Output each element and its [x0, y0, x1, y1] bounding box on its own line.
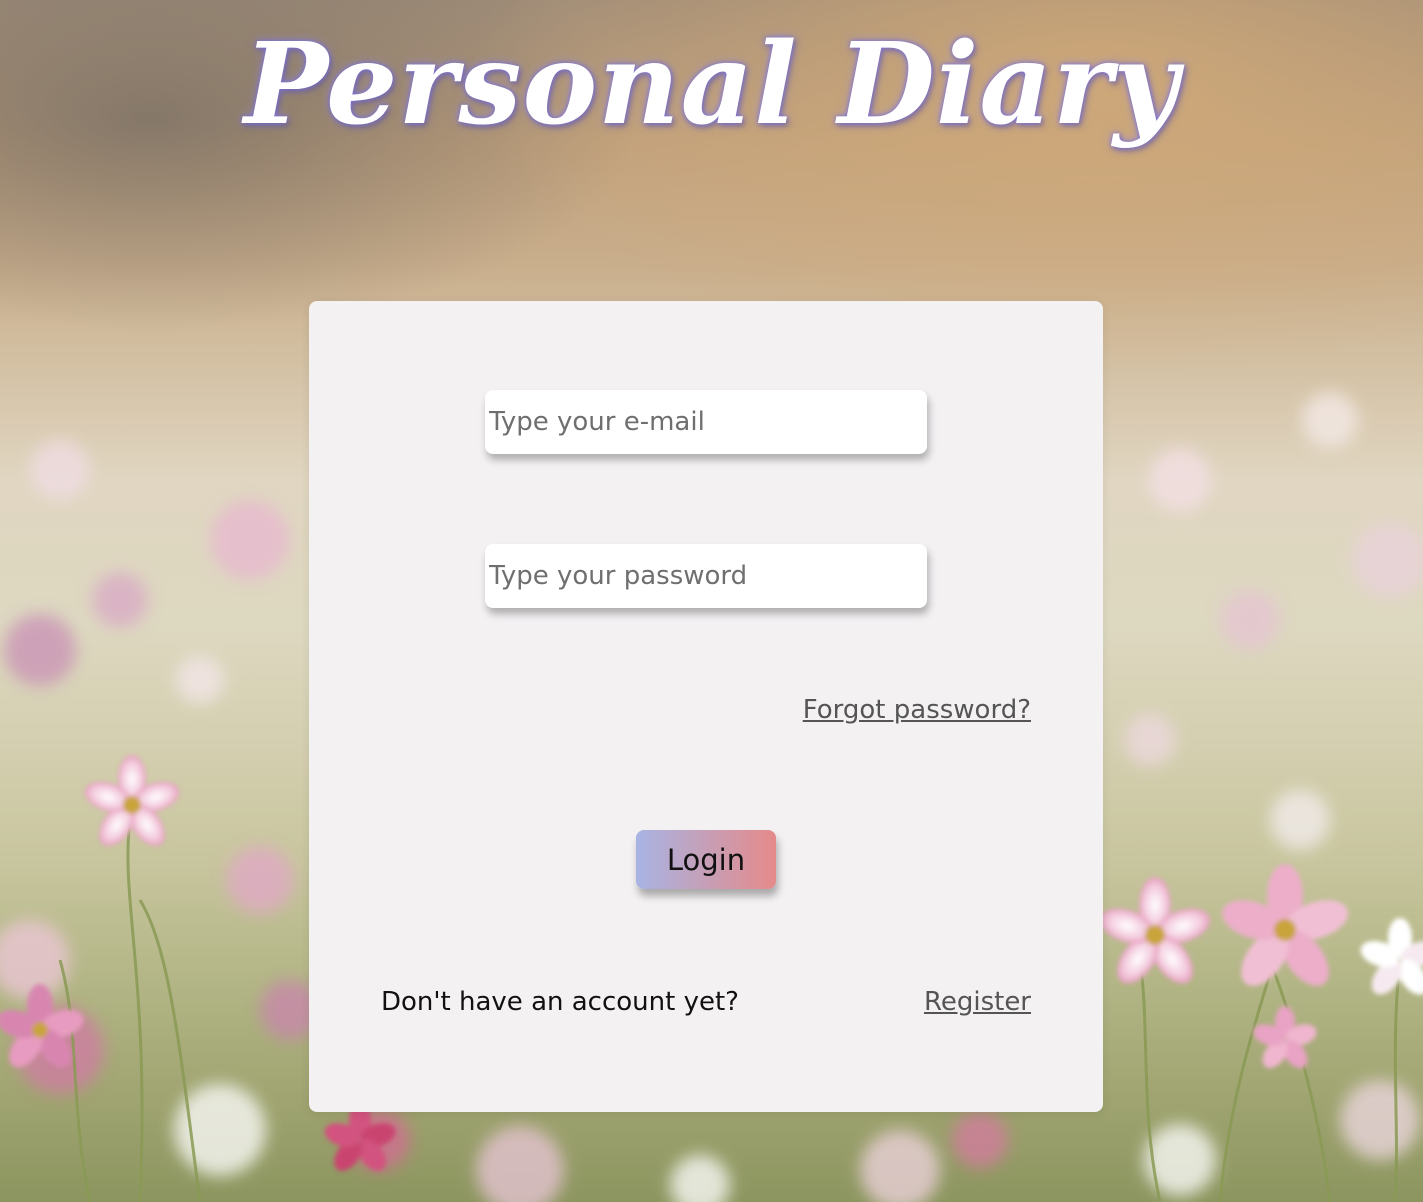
forgot-password-link[interactable]: Forgot password?: [803, 695, 1031, 725]
email-input[interactable]: [485, 390, 927, 454]
no-account-text: Don't have an account yet?: [381, 987, 739, 1017]
password-input[interactable]: [485, 544, 927, 608]
page-title: Personal Diary: [243, 19, 1180, 150]
login-button[interactable]: Login: [636, 830, 776, 889]
login-card: Forgot password? Login Don't have an acc…: [309, 301, 1103, 1112]
register-link[interactable]: Register: [924, 987, 1031, 1017]
